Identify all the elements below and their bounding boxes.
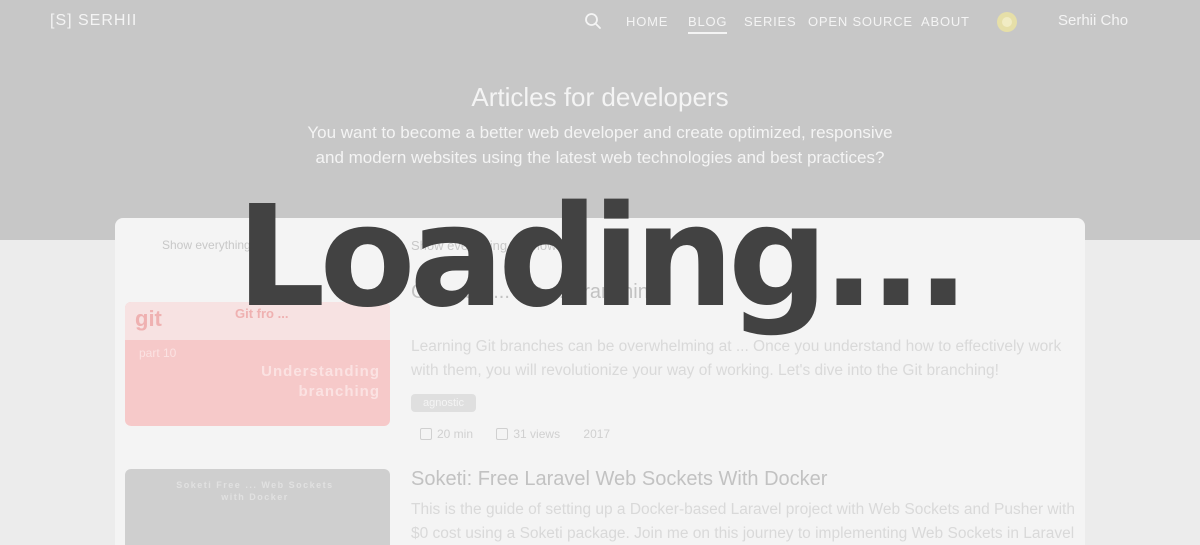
views-icon (496, 428, 509, 440)
thumbnail-caption: Soketi Free ... Web Sockets with Docker (176, 480, 334, 502)
post-tag[interactable]: agnostic (411, 394, 476, 412)
post-description: This is the guide of setting up a Docker… (411, 501, 1075, 542)
post-extra: 2017 (583, 427, 611, 441)
read-time: 20 min (437, 427, 474, 441)
nav-link-about[interactable]: ABOUT (921, 14, 970, 29)
thumbnail-caption: Understanding branching (261, 363, 380, 400)
loading-overlay: Loading... (236, 176, 970, 339)
thumbnail-tag: part 10 (139, 346, 177, 360)
sun-icon[interactable] (995, 10, 1019, 34)
nav-link-series[interactable]: SERIES (744, 14, 796, 29)
post-description: Learning Git branches can be overwhelmin… (411, 338, 1062, 379)
nav-link-open-source[interactable]: OPEN SOURCE (808, 14, 913, 29)
nav-link-home[interactable]: HOME (626, 14, 668, 29)
user-name[interactable]: Serhii Cho (1058, 12, 1128, 29)
search-icon[interactable] (584, 12, 602, 30)
post-title[interactable]: Soketi: Free Laravel Web Sockets With Do… (411, 468, 827, 491)
brand-logo[interactable]: [S] SERHII (50, 12, 137, 30)
nav-link-blog[interactable]: BLOG (688, 14, 728, 34)
post-thumbnail[interactable]: Soketi Free ... Web Sockets with Docker (125, 469, 390, 545)
page-subtitle: You want to become a better web develope… (307, 123, 893, 167)
page-title: Articles for developers (471, 82, 729, 112)
clock-icon (420, 428, 432, 440)
view-count: 31 views (513, 427, 561, 441)
post-meta: 20 min 31 views 2017 (420, 427, 610, 441)
